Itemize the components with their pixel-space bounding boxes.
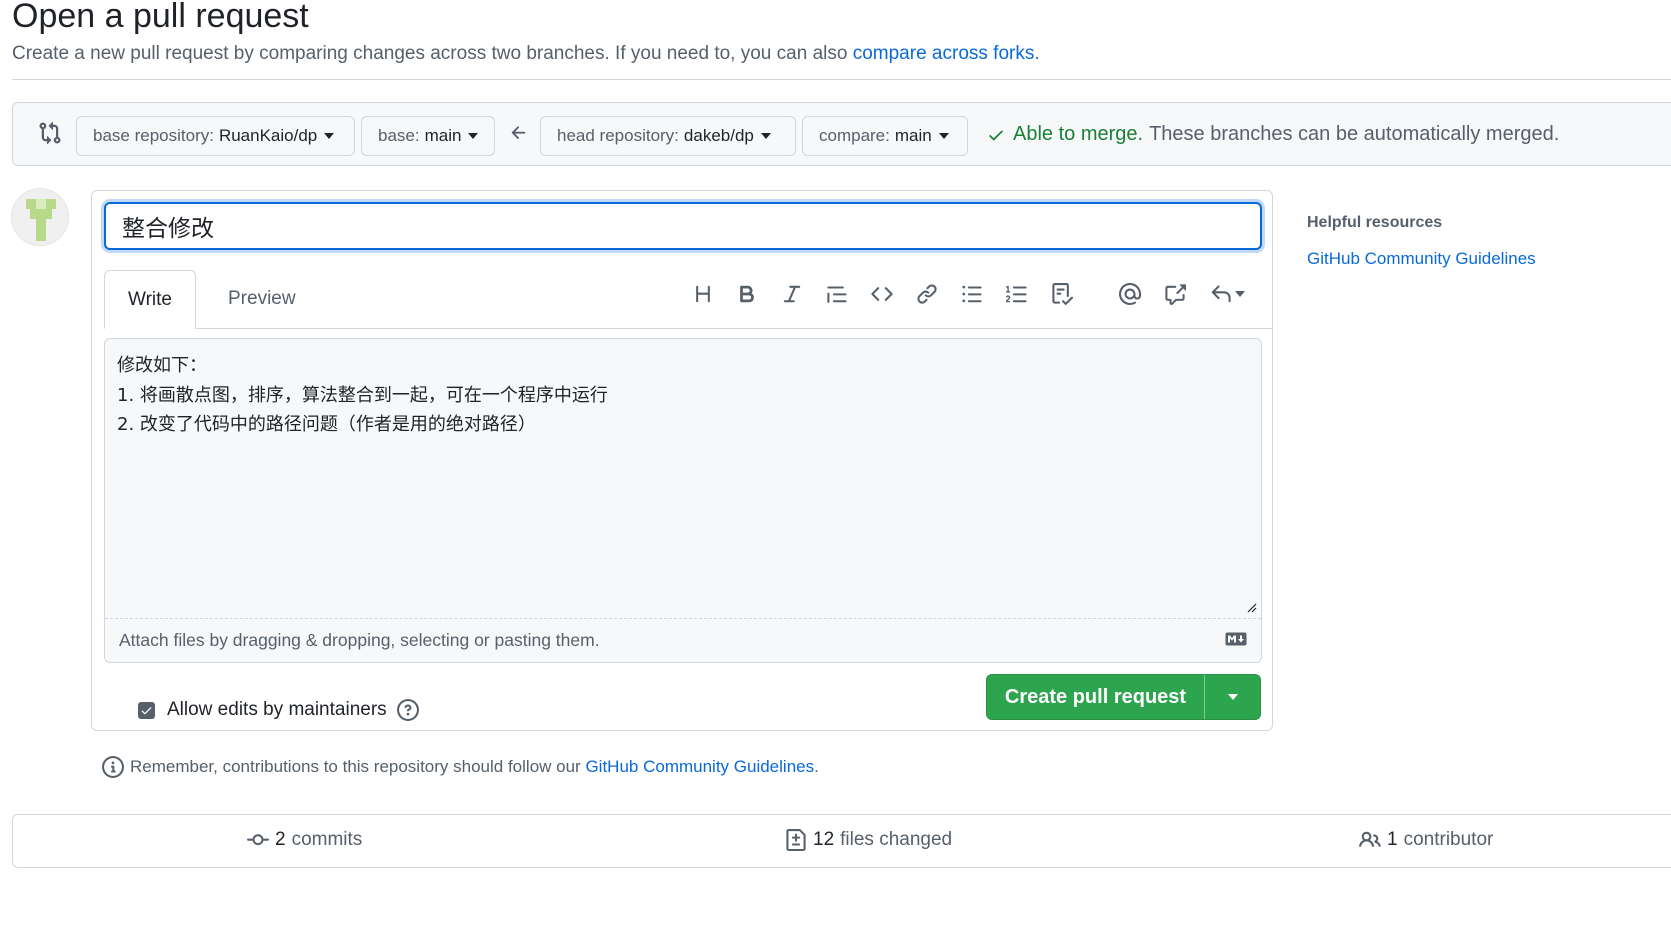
- git-compare-icon: [39, 121, 61, 145]
- merge-ok-text: Able to merge.: [1013, 123, 1144, 145]
- resize-grip-icon[interactable]: [1245, 601, 1257, 613]
- git-commit-icon: [247, 834, 269, 846]
- compare-summary: 2 commits 12 files changed 1 contributor: [12, 814, 1671, 868]
- code-icon[interactable]: [867, 279, 897, 309]
- numbered-list-icon[interactable]: [1002, 279, 1032, 309]
- check-icon: [989, 130, 1003, 140]
- check-icon: [141, 706, 152, 714]
- attach-text: Attach files by dragging & dropping, sel…: [119, 630, 600, 650]
- files-count: 12: [813, 829, 835, 850]
- people-icon: [1359, 831, 1381, 847]
- allow-edits-row: Allow edits by maintainers: [138, 699, 419, 721]
- community-guidelines-link[interactable]: GitHub Community Guidelines: [585, 757, 814, 777]
- create-options-dropdown[interactable]: [1204, 675, 1260, 719]
- commits-label: commits: [291, 829, 363, 850]
- base-branch-select[interactable]: base: main: [361, 116, 495, 156]
- create-pull-request-button[interactable]: Create pull request: [987, 675, 1204, 719]
- subtitle-end: .: [1034, 43, 1040, 64]
- helpful-resources: Helpful resources GitHub Community Guide…: [1307, 214, 1536, 269]
- head-repository-label: head repository:: [557, 126, 679, 145]
- helpful-resources-heading: Helpful resources: [1307, 214, 1443, 231]
- allow-edits-checkbox[interactable]: [138, 701, 155, 719]
- compare-across-forks-link[interactable]: compare across forks: [853, 43, 1035, 64]
- subtitle-text: Create a new pull request by comparing c…: [12, 43, 848, 64]
- compare-branch-label: compare:: [819, 126, 890, 145]
- body-textarea[interactable]: 修改如下： 1. 将画散点图，排序，算法整合到一起，可在一个程序中运行 2. 改…: [104, 338, 1262, 663]
- file-attachment-bar[interactable]: Attach files by dragging & dropping, sel…: [105, 618, 1261, 662]
- contributors-tab[interactable]: 1 contributor: [1359, 829, 1493, 851]
- commits-count: 2: [275, 829, 286, 850]
- mention-icon[interactable]: [1115, 279, 1145, 309]
- base-repository-label: base repository:: [93, 126, 214, 145]
- title-divider: [12, 79, 1671, 80]
- tab-write[interactable]: Write: [104, 270, 196, 329]
- file-diff-icon: [786, 829, 806, 851]
- tab-preview[interactable]: Preview: [205, 270, 319, 327]
- compare-branch-select[interactable]: compare: main: [802, 116, 968, 156]
- base-repository-value: RuanKaio/dp: [218, 126, 318, 145]
- files-label: files changed: [840, 829, 953, 850]
- base-branch-value: main: [424, 126, 462, 145]
- title-input[interactable]: [104, 202, 1262, 250]
- task-list-icon[interactable]: [1047, 279, 1077, 309]
- caret-down-icon: [324, 133, 335, 139]
- arrow-left-icon: [511, 126, 526, 139]
- files-changed-tab[interactable]: 12 files changed: [785, 829, 952, 851]
- create-pull-request-button-group: Create pull request: [986, 674, 1261, 720]
- branch-range-editor: base repository: RuanKaio/dp base: main …: [12, 102, 1671, 166]
- bold-icon[interactable]: [732, 279, 762, 309]
- markdown-icon[interactable]: [1225, 632, 1247, 646]
- remember-end: .: [814, 757, 819, 776]
- merge-message: These branches can be automatically merg…: [1149, 123, 1560, 145]
- caret-down-icon: [468, 133, 479, 139]
- quote-icon[interactable]: [822, 279, 852, 309]
- caret-down-icon: [1227, 694, 1238, 700]
- remember-text: Remember, contributions to this reposito…: [130, 757, 581, 776]
- avatar[interactable]: [11, 188, 69, 246]
- identicon-icon: [26, 199, 56, 241]
- contributors-count: 1: [1387, 829, 1398, 850]
- saved-replies-icon[interactable]: [1205, 279, 1249, 309]
- head-repository-value: dakeb/dp: [683, 126, 754, 145]
- bulleted-list-icon[interactable]: [957, 279, 987, 309]
- contributors-label: contributor: [1403, 829, 1494, 850]
- cross-reference-icon[interactable]: [1160, 279, 1190, 309]
- commits-tab[interactable]: 2 commits: [247, 829, 362, 851]
- merge-status: Able to merge. These branches can be aut…: [987, 123, 1559, 146]
- info-icon: [102, 756, 124, 778]
- question-icon[interactable]: [396, 699, 419, 721]
- caret-down-icon: [1234, 291, 1245, 297]
- allow-edits-label[interactable]: Allow edits by maintainers: [167, 699, 387, 721]
- link-icon[interactable]: [912, 279, 942, 309]
- page-title: Open a pull request: [12, 0, 309, 35]
- base-repository-select[interactable]: base repository: RuanKaio/dp: [76, 116, 355, 156]
- caret-down-icon: [760, 133, 771, 139]
- page-subtitle: Create a new pull request by comparing c…: [12, 42, 1040, 66]
- italic-icon[interactable]: [777, 279, 807, 309]
- caret-down-icon: [938, 133, 949, 139]
- sidebar-guidelines-link[interactable]: GitHub Community Guidelines: [1307, 249, 1536, 269]
- heading-icon[interactable]: [688, 279, 718, 309]
- contribution-reminder: Remember, contributions to this reposito…: [102, 756, 819, 778]
- base-branch-label: base:: [378, 126, 420, 145]
- compare-branch-value: main: [894, 126, 932, 145]
- pull-request-form: Write Preview: [91, 190, 1273, 731]
- body-text[interactable]: 修改如下： 1. 将画散点图，排序，算法整合到一起，可在一个程序中运行 2. 改…: [117, 351, 1249, 619]
- head-repository-select[interactable]: head repository: dakeb/dp: [540, 116, 796, 156]
